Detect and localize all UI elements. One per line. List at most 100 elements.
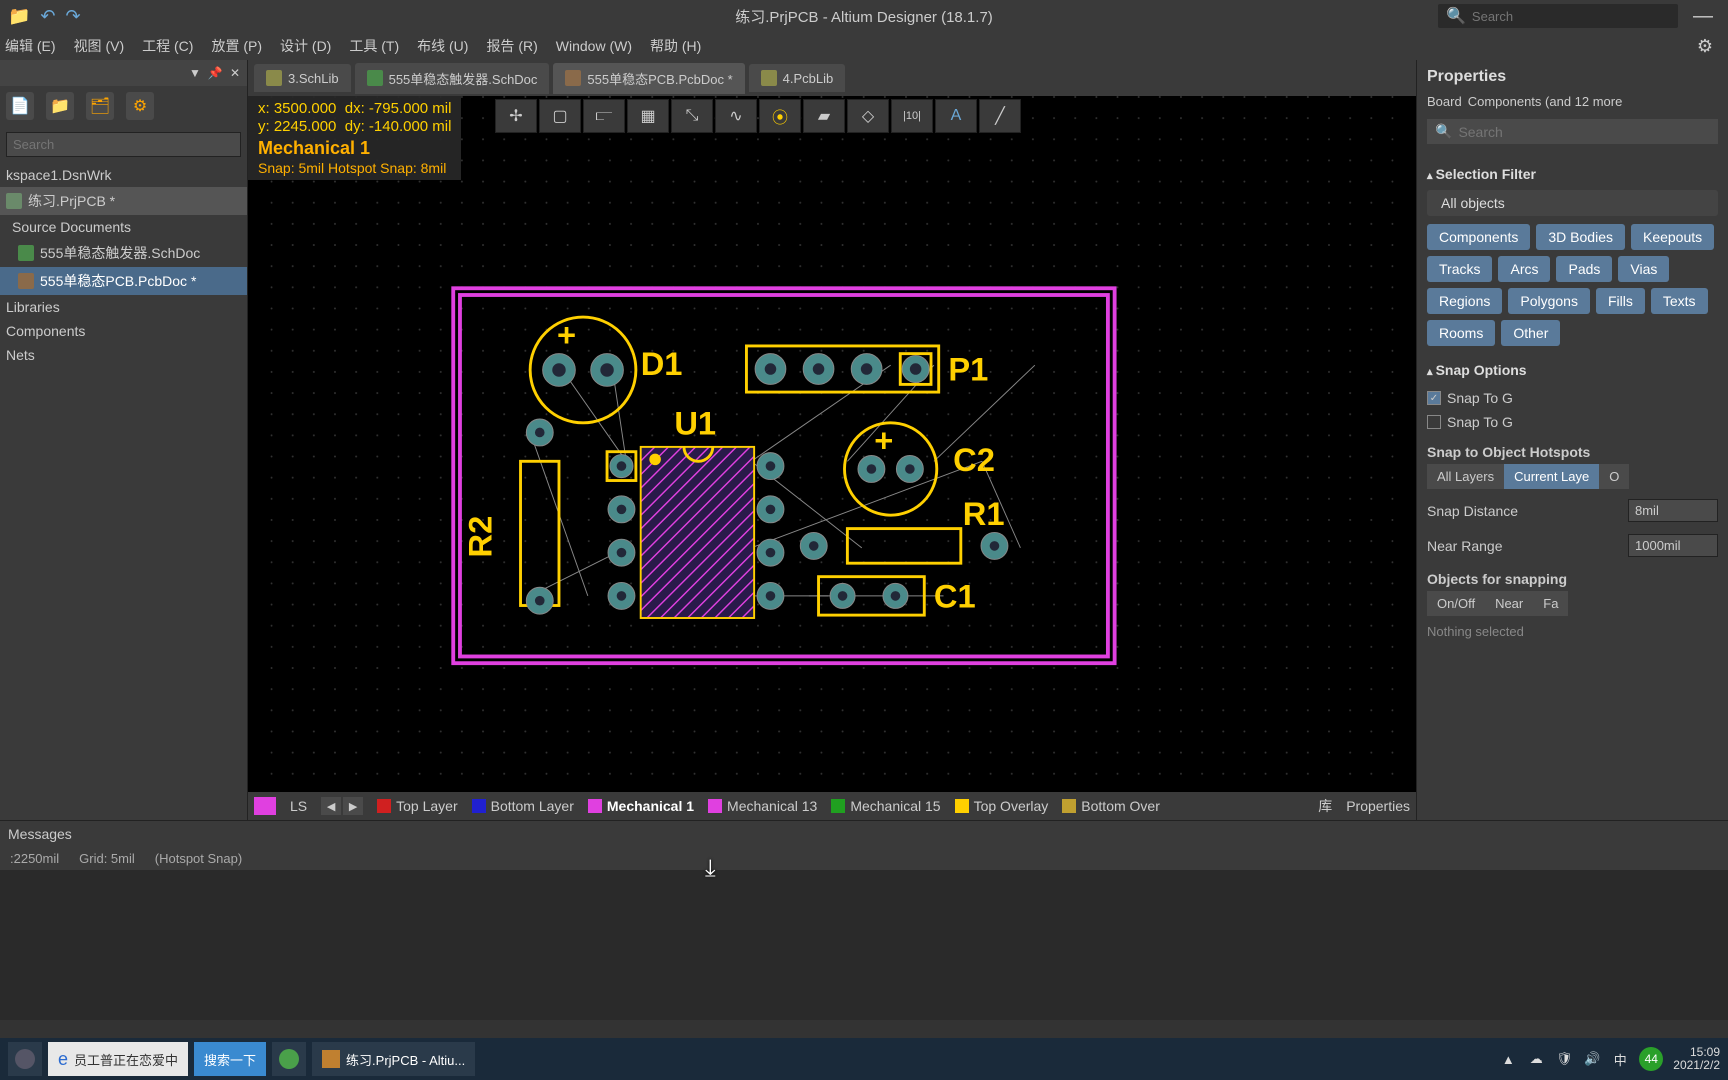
start-button[interactable] — [8, 1042, 42, 1076]
tool-align[interactable]: ⫍ — [583, 99, 625, 133]
panel-pin-icon[interactable]: 📌 — [207, 66, 223, 80]
tool-arc[interactable]: ∿ — [715, 99, 757, 133]
layer-tab-1[interactable]: Bottom Layer — [472, 798, 574, 814]
menu-help[interactable]: 帮助 (H) — [650, 36, 701, 56]
doc-schdoc[interactable]: 555单稳态触发器.SchDoc — [0, 239, 247, 267]
layer-next[interactable]: ▶ — [343, 797, 363, 815]
doc-pcbdoc[interactable]: 555单稳态PCB.PcbDoc * — [0, 267, 247, 295]
projects-search-input[interactable] — [6, 132, 241, 157]
ie-taskbar-item[interactable]: e 员工普正在恋爱中 — [48, 1042, 188, 1076]
tab-pcblib[interactable]: 4.PcbLib — [749, 64, 846, 92]
tool-component[interactable]: ▦ — [627, 99, 669, 133]
nav-fwd-icon[interactable]: ↷ — [66, 6, 81, 27]
tool-text[interactable]: A — [935, 99, 977, 133]
properties-search-input[interactable] — [1458, 124, 1710, 140]
lib-tab[interactable]: 库 — [1318, 796, 1332, 816]
properties-tab-btn[interactable]: Properties — [1346, 798, 1410, 814]
tray-shield-icon[interactable]: 🛡 — [1555, 1050, 1573, 1068]
context-board[interactable]: Board — [1427, 94, 1462, 109]
filter-chip-vias[interactable]: Vias — [1618, 256, 1669, 282]
tool-fill[interactable]: ▰ — [803, 99, 845, 133]
layer-tab-5[interactable]: Top Overlay — [955, 798, 1049, 814]
tab-pcbdoc[interactable]: 555单稳态PCB.PcbDoc * — [553, 63, 744, 94]
filter-chip-other[interactable]: Other — [1501, 320, 1560, 346]
context-components[interactable]: Components (and 12 more — [1468, 94, 1623, 109]
browser-taskbar-item[interactable] — [272, 1042, 306, 1076]
tool-dimension[interactable]: |10| — [891, 99, 933, 133]
seg-current-layer[interactable]: Current Laye — [1504, 464, 1599, 489]
nets-node[interactable]: Nets — [0, 343, 247, 367]
near-range-input[interactable] — [1628, 534, 1718, 557]
add-file-icon[interactable]: 📄 — [6, 92, 34, 120]
filter-chip-polygons[interactable]: Polygons — [1508, 288, 1590, 314]
tray-onedrive-icon[interactable]: ☁ — [1527, 1050, 1545, 1068]
tray-volume-icon[interactable]: 🔊 — [1583, 1050, 1601, 1068]
menu-design[interactable]: 设计 (D) — [280, 36, 331, 56]
tool-cross[interactable]: ✢ — [495, 99, 537, 133]
filter-chip-texts[interactable]: Texts — [1651, 288, 1708, 314]
compile-icon[interactable]: 🗂 — [86, 92, 114, 120]
tool-via[interactable]: ⦿ — [759, 99, 801, 133]
tool-select[interactable]: ▢ — [539, 99, 581, 133]
properties-search[interactable]: 🔍 — [1427, 119, 1718, 144]
altium-taskbar-item[interactable]: 练习.PrjPCB - Altiu... — [312, 1042, 475, 1076]
filter-chip-pads[interactable]: Pads — [1556, 256, 1612, 282]
tool-route[interactable]: ⤡ — [671, 99, 713, 133]
filter-chip-rooms[interactable]: Rooms — [1427, 320, 1495, 346]
open-file-icon[interactable]: 📁 — [8, 6, 30, 27]
libraries-node[interactable]: Libraries — [0, 295, 247, 319]
preferences-gear-icon[interactable]: ⚙ — [1697, 36, 1713, 57]
filter-chip-regions[interactable]: Regions — [1427, 288, 1502, 314]
source-docs-node[interactable]: Source Documents — [0, 215, 247, 239]
pcb-canvas[interactable]: x: 3500.000 dx: -795.000 mil y: 2245.000… — [248, 96, 1416, 792]
menu-view[interactable]: 视图 (V) — [74, 36, 125, 56]
panel-close-icon[interactable]: ✕ — [227, 66, 243, 80]
layer-tab-4[interactable]: Mechanical 15 — [831, 798, 940, 814]
tray-ime-icon[interactable]: 中 — [1611, 1050, 1629, 1068]
snap-distance-input[interactable] — [1628, 499, 1718, 522]
add-folder-icon[interactable]: 📁 — [46, 92, 74, 120]
filter-chip-keepouts[interactable]: Keepouts — [1631, 224, 1714, 250]
nav-back-icon[interactable]: ↶ — [40, 6, 55, 27]
components-node[interactable]: Components — [0, 319, 247, 343]
menu-window[interactable]: Window (W) — [556, 38, 632, 54]
seg-off[interactable]: O — [1599, 464, 1629, 489]
menu-tools[interactable]: 工具 (T) — [349, 36, 399, 56]
menu-report[interactable]: 报告 (R) — [486, 36, 537, 56]
seg-all-layers[interactable]: All Layers — [1427, 464, 1504, 489]
menu-edit[interactable]: 编辑 (E) — [5, 36, 56, 56]
filter-chip-3d-bodies[interactable]: 3D Bodies — [1536, 224, 1625, 250]
tool-line[interactable]: ╱ — [979, 99, 1021, 133]
menu-place[interactable]: 放置 (P) — [211, 36, 262, 56]
tab-schdoc[interactable]: 555单稳态触发器.SchDoc — [355, 63, 550, 94]
title-search[interactable]: 🔍 — [1438, 4, 1678, 28]
filter-chip-components[interactable]: Components — [1427, 224, 1530, 250]
panel-dropdown-icon[interactable]: ▼ — [187, 66, 203, 80]
layer-tab-2[interactable]: Mechanical 1 — [588, 798, 694, 814]
tray-air-badge[interactable]: 44 — [1639, 1047, 1663, 1071]
tray-clock[interactable]: 15:09 2021/2/2 — [1673, 1046, 1720, 1072]
section-snap[interactable]: Snap Options — [1427, 362, 1718, 378]
title-search-input[interactable] — [1472, 9, 1670, 24]
layer-tab-0[interactable]: Top Layer — [377, 798, 457, 814]
filter-chip-arcs[interactable]: Arcs — [1498, 256, 1550, 282]
menu-project[interactable]: 工程 (C) — [142, 36, 193, 56]
layer-tab-6[interactable]: Bottom Over — [1062, 798, 1160, 814]
layer-tab-3[interactable]: Mechanical 13 — [708, 798, 817, 814]
snap-to-guide-checkbox[interactable]: Snap To G — [1427, 414, 1718, 430]
all-objects-button[interactable]: All objects — [1427, 190, 1718, 216]
tab-schlib[interactable]: 3.SchLib — [254, 64, 351, 92]
filter-chip-tracks[interactable]: Tracks — [1427, 256, 1492, 282]
snap-to-grid-checkbox[interactable]: ✓Snap To G — [1427, 390, 1718, 406]
project-node[interactable]: 练习.PrjPCB * — [0, 187, 247, 215]
section-filter[interactable]: Selection Filter — [1427, 166, 1718, 182]
filter-chip-fills[interactable]: Fills — [1596, 288, 1645, 314]
menu-route[interactable]: 布线 (U) — [417, 36, 468, 56]
search-button[interactable]: 搜索一下 — [194, 1042, 266, 1076]
tool-poly[interactable]: ◇ — [847, 99, 889, 133]
messages-panel-header[interactable]: Messages — [0, 820, 1728, 846]
tray-up-icon[interactable]: ▲ — [1499, 1050, 1517, 1068]
settings-icon[interactable]: ⚙ — [126, 92, 154, 120]
minimize-button[interactable]: — — [1693, 5, 1713, 28]
layer-prev[interactable]: ◀ — [321, 797, 341, 815]
